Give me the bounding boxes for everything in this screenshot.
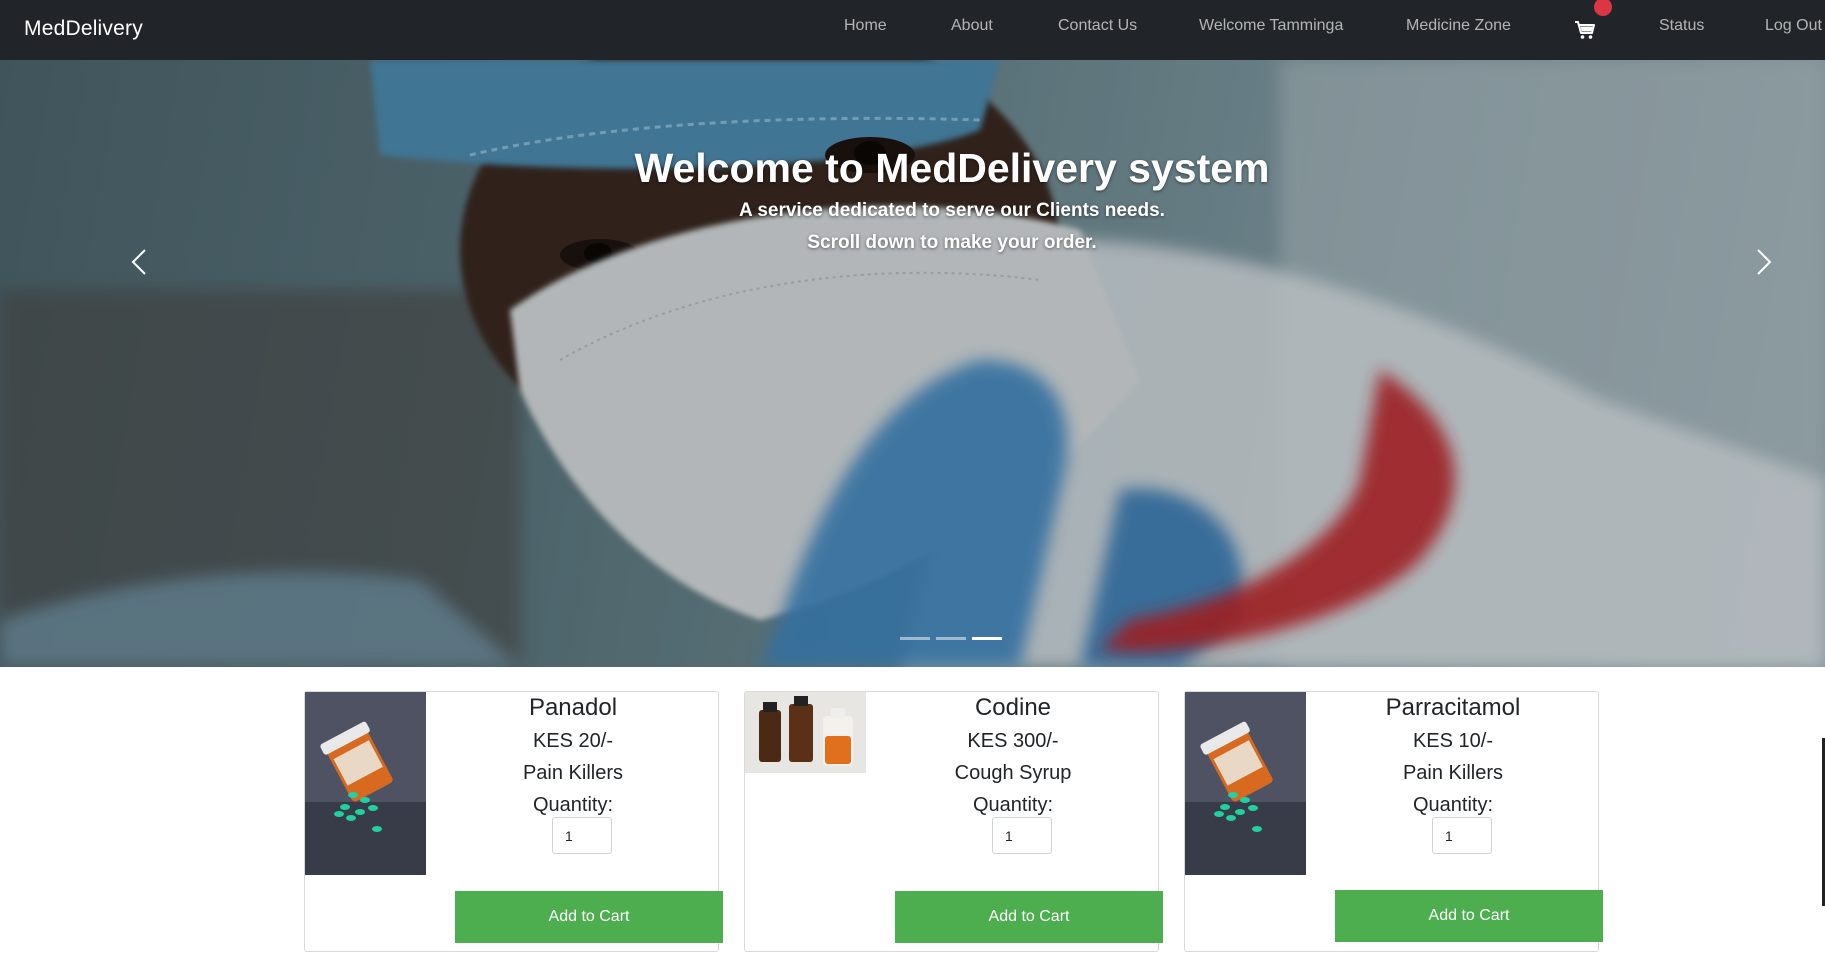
quantity-input[interactable]	[992, 817, 1052, 854]
carousel-indicator-1[interactable]	[900, 637, 930, 640]
hero-carousel: Welcome to MedDelivery system A service …	[0, 60, 1825, 667]
syrup-bottles-image	[745, 692, 866, 773]
pill-bottle-image	[305, 692, 426, 875]
product-price: KES 20/-	[532, 730, 614, 752]
product-category: Pain Killers	[1402, 762, 1504, 784]
add-to-cart-button[interactable]: Add to Cart	[1335, 890, 1603, 942]
product-image	[1185, 692, 1306, 875]
product-image	[745, 692, 866, 773]
nav-link-status[interactable]: Status	[1659, 17, 1704, 35]
product-name: Codine	[974, 694, 1052, 721]
product-name: Parracitamol	[1385, 694, 1521, 721]
nav-link-medicine-zone[interactable]: Medicine Zone	[1406, 17, 1511, 35]
hero-title: Welcome to MedDelivery system	[634, 145, 1270, 191]
product-price: KES 300/-	[967, 730, 1059, 752]
nav-link-contact[interactable]: Contact Us	[1058, 17, 1137, 35]
cart-count-badge	[1594, 0, 1612, 16]
product-name: Panadol	[528, 694, 618, 721]
carousel-indicator-3[interactable]	[972, 637, 1002, 640]
quantity-input[interactable]	[1432, 817, 1492, 854]
hero-subtitle-line2: Scroll down to make your order.	[807, 232, 1097, 253]
product-image	[305, 692, 426, 875]
carousel-indicators	[900, 637, 1002, 640]
chevron-right-icon	[1757, 249, 1772, 275]
product-card-parracitamol: Parracitamol KES 10/- Pain Killers Quant…	[1184, 691, 1603, 952]
pill-bottle-image	[1185, 692, 1306, 875]
quantity-label: Quantity:	[532, 794, 614, 816]
nav-link-home[interactable]: Home	[844, 17, 887, 35]
hero-subtitle-line1: A service dedicated to serve our Clients…	[739, 200, 1165, 221]
cart-icon[interactable]	[1573, 18, 1597, 42]
carousel-prev-button[interactable]	[123, 235, 163, 295]
carousel-next-button[interactable]	[1740, 235, 1780, 295]
carousel-indicator-2[interactable]	[936, 637, 966, 640]
product-category: Cough Syrup	[954, 762, 1072, 784]
product-card-panadol: Panadol KES 20/- Pain Killers Quantity: …	[304, 691, 723, 952]
chevron-left-icon	[131, 249, 146, 275]
brand-logo[interactable]: MedDelivery	[24, 17, 143, 41]
add-to-cart-button[interactable]: Add to Cart	[895, 891, 1163, 943]
quantity-input[interactable]	[552, 817, 612, 854]
nav-link-welcome-user[interactable]: Welcome Tamminga	[1199, 17, 1343, 35]
product-category: Pain Killers	[522, 762, 624, 784]
product-price: KES 10/-	[1412, 730, 1494, 752]
add-to-cart-button[interactable]: Add to Cart	[455, 891, 723, 943]
nav-link-about[interactable]: About	[951, 17, 993, 35]
nav-link-logout[interactable]: Log Out	[1765, 17, 1822, 35]
top-navbar: MedDelivery Home About Contact Us Welcom…	[0, 0, 1825, 60]
product-card-codine: Codine KES 300/- Cough Syrup Quantity: A…	[744, 691, 1163, 952]
quantity-label: Quantity:	[972, 794, 1054, 816]
quantity-label: Quantity:	[1412, 794, 1494, 816]
